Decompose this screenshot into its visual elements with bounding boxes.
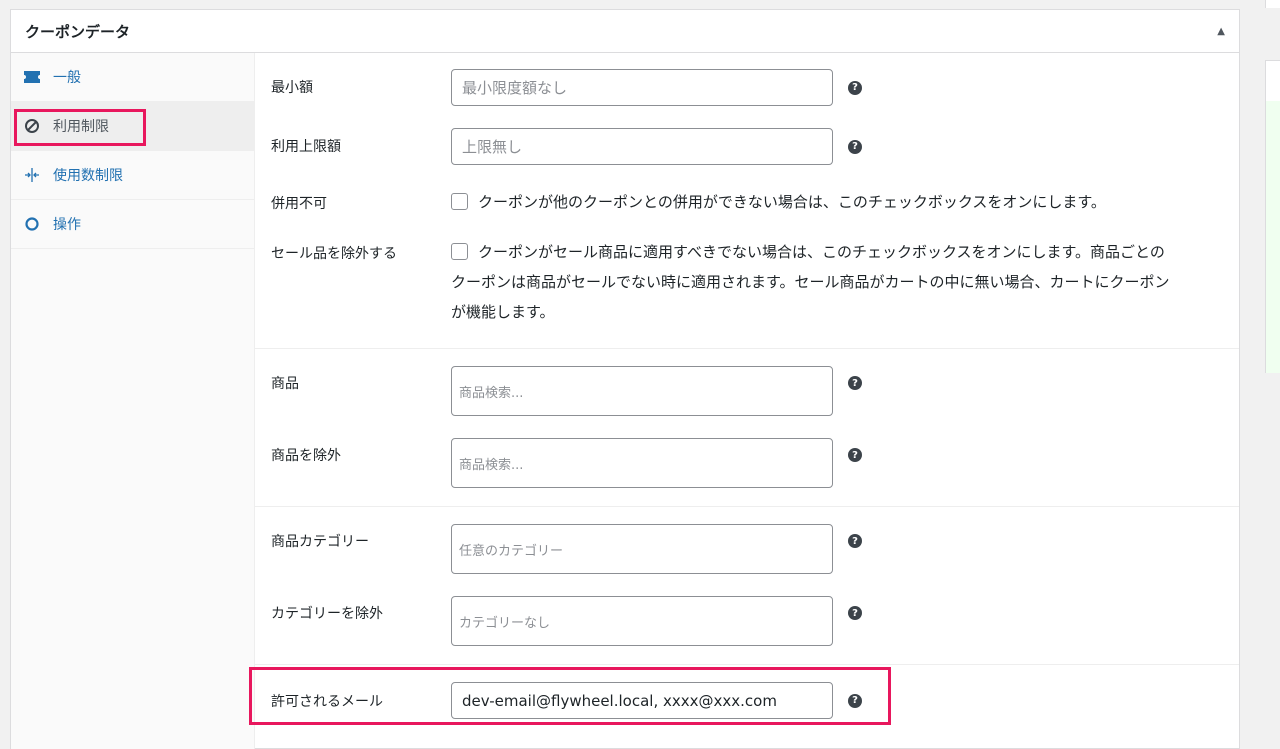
individual-use-label: 併用不可 [271, 196, 327, 212]
exclude-categories-row: カテゴリーを除外 カテゴリーなし ? [255, 596, 1239, 646]
min-amount-input[interactable]: 最小限度額なし [451, 69, 833, 106]
product-categories-input[interactable]: 任意のカテゴリー [451, 524, 833, 574]
exclude-sale-description-line1: クーポンがセール商品に適用すべきでない場合は、このチェックボックスをオンにします… [478, 243, 1165, 261]
help-icon[interactable]: ? [848, 376, 862, 390]
max-amount-row: 利用上限額 上限無し ? [255, 128, 1239, 187]
help-icon[interactable]: ? [848, 80, 862, 95]
exclude-categories-input[interactable]: カテゴリーなし [451, 596, 833, 646]
max-amount-label: 利用上限額 [271, 139, 341, 155]
tab-general[interactable]: 一般 [11, 53, 254, 102]
min-amount-label: 最小額 [271, 80, 313, 96]
category-restrictions-group: 商品カテゴリー 任意のカテゴリー ? カテゴリーを除外 カテゴリーなし ? [255, 507, 1239, 665]
individual-use-description: クーポンが他のクーポンとの併用ができない場合は、このチェックボックスをオンにしま… [478, 193, 1106, 211]
exclude-products-label: 商品を除外 [271, 448, 341, 464]
tab-label: 利用制限 [53, 119, 109, 135]
max-amount-input[interactable]: 上限無し [451, 128, 833, 165]
exclude-products-row: 商品を除外 商品検索... ? [255, 438, 1239, 488]
panel-title: クーポンデータ [25, 22, 131, 41]
amount-restrictions-group: 最小額 最小限度額なし ? 利用上限額 上限無し ? 併用不可 クーポンが他のク… [255, 53, 1239, 349]
product-restrictions-group: 商品 商品検索... ? 商品を除外 商品検索... ? [255, 349, 1239, 507]
min-amount-row: 最小額 最小限度額なし ? [255, 69, 1239, 128]
exclude-products-search-input[interactable]: 商品検索... [451, 438, 833, 488]
exclude-sale-label: セール品を除外する [271, 246, 397, 262]
tab-label: 操作 [53, 217, 81, 233]
help-icon[interactable]: ? [848, 448, 862, 462]
adjacent-sidebar-panel [1265, 60, 1280, 373]
arrows-in-icon [23, 166, 41, 184]
adjacent-panel-top [1265, 0, 1280, 8]
help-icon[interactable]: ? [848, 606, 862, 620]
email-restrictions-group: 許可されるメール dev-email@flywheel.local, xxxx@… [255, 665, 1239, 725]
adjacent-panel-body [1266, 101, 1280, 373]
exclude-sale-row: セール品を除外する クーポンがセール商品に適用すべきでない場合は、このチェックボ… [255, 237, 1239, 327]
collapse-toggle-icon[interactable]: ▲ [1217, 26, 1225, 37]
panel-header: クーポンデータ ▲ [11, 10, 1239, 53]
allowed-emails-row: 許可されるメール dev-email@flywheel.local, xxxx@… [255, 682, 1239, 719]
individual-use-row: 併用不可 クーポンが他のクーポンとの併用ができない場合は、このチェックボックスを… [255, 187, 1239, 237]
individual-use-checkbox[interactable] [451, 193, 468, 210]
no-entry-icon [23, 117, 41, 135]
product-categories-label: 商品カテゴリー [271, 534, 369, 550]
products-row: 商品 商品検索... ? [255, 366, 1239, 438]
product-categories-row: 商品カテゴリー 任意のカテゴリー ? [255, 524, 1239, 596]
help-icon[interactable]: ? [848, 534, 862, 548]
coupon-data-panel: クーポンデータ ▲ 一般 利用制限 使用数制限 操作 最小額 最小限度額なし ?… [10, 9, 1240, 749]
tab-label: 使用数制限 [53, 168, 123, 184]
exclude-sale-description-line3: が機能します。 [451, 303, 555, 321]
tab-label: 一般 [53, 70, 81, 86]
coupon-tabs: 一般 利用制限 使用数制限 操作 [11, 53, 255, 749]
exclude-sale-checkbox[interactable] [451, 243, 468, 260]
exclude-categories-label: カテゴリーを除外 [271, 606, 383, 622]
products-search-input[interactable]: 商品検索... [451, 366, 833, 416]
allowed-emails-label: 許可されるメール [271, 694, 383, 710]
products-label: 商品 [271, 376, 299, 392]
help-icon[interactable]: ? [848, 139, 862, 154]
allowed-emails-input[interactable]: dev-email@flywheel.local, xxxx@xxx.com [451, 682, 833, 719]
ticket-icon [23, 68, 41, 86]
help-icon[interactable]: ? [848, 693, 862, 708]
gear-icon [23, 215, 41, 233]
tab-usage-restriction[interactable]: 利用制限 [11, 102, 254, 151]
tab-actions[interactable]: 操作 [11, 200, 254, 249]
usage-restriction-panel: 最小額 最小限度額なし ? 利用上限額 上限無し ? 併用不可 クーポンが他のク… [255, 53, 1239, 749]
tab-usage-limits[interactable]: 使用数制限 [11, 151, 254, 200]
exclude-sale-description-line2: クーポンは商品がセールでない時に適用されます。セール商品がカートの中に無い場合、… [451, 273, 1170, 291]
